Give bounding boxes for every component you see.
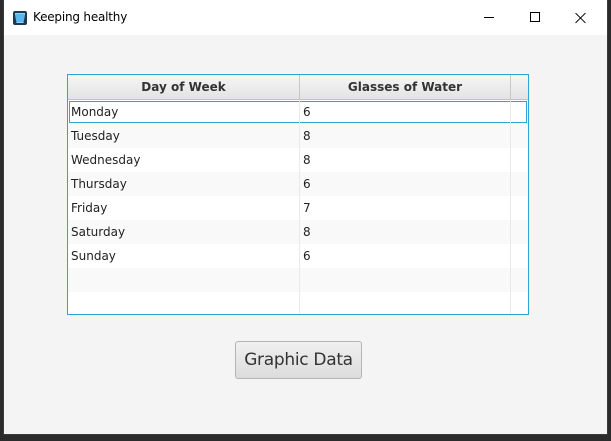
column-header-day[interactable]: Day of Week — [68, 75, 300, 99]
minimize-icon — [484, 17, 494, 18]
empty-table-row[interactable] — [68, 292, 528, 314]
table-header: Day of Week Glasses of Water — [68, 75, 528, 100]
glasses-cell[interactable]: 6 — [300, 244, 511, 268]
glasses-cell[interactable]: 8 — [300, 148, 511, 172]
day-cell[interactable]: Saturday — [68, 220, 300, 244]
graphic-data-button[interactable]: Graphic Data — [235, 341, 362, 379]
glasses-cell[interactable]: 7 — [300, 196, 511, 220]
glasses-cell[interactable]: 6 — [300, 100, 511, 124]
minimize-button[interactable] — [465, 0, 511, 35]
table-row[interactable]: Monday 6 — [68, 100, 528, 124]
day-cell[interactable]: Monday — [68, 100, 300, 124]
maximize-icon — [530, 12, 540, 22]
column-header-filler — [511, 75, 528, 99]
glasses-cell[interactable]: 8 — [300, 124, 511, 148]
maximize-button[interactable] — [511, 0, 557, 35]
table-row[interactable]: Thursday 6 — [68, 172, 528, 196]
table-row[interactable]: Tuesday 8 — [68, 124, 528, 148]
empty-table-row[interactable] — [68, 268, 528, 292]
table-row[interactable]: Wednesday 8 — [68, 148, 528, 172]
window-title: Keeping healthy — [33, 10, 128, 24]
table-row[interactable]: Sunday 6 — [68, 244, 528, 268]
day-cell[interactable]: Tuesday — [68, 124, 300, 148]
day-cell[interactable]: Wednesday — [68, 148, 300, 172]
glasses-cell[interactable]: 8 — [300, 220, 511, 244]
table-row[interactable]: Friday 7 — [68, 196, 528, 220]
column-header-glasses[interactable]: Glasses of Water — [300, 75, 511, 99]
title-bar[interactable]: Keeping healthy — [4, 0, 607, 35]
app-window: Keeping healthy Day of Week Glasses of W… — [4, 0, 607, 434]
close-icon — [575, 12, 587, 24]
water-table[interactable]: Day of Week Glasses of Water Monday 6 Tu… — [67, 74, 529, 315]
table-row[interactable]: Saturday 8 — [68, 220, 528, 244]
day-cell[interactable]: Thursday — [68, 172, 300, 196]
day-cell[interactable]: Friday — [68, 196, 300, 220]
close-button[interactable] — [557, 0, 603, 35]
day-cell[interactable]: Sunday — [68, 244, 300, 268]
water-glass-icon — [13, 11, 27, 25]
glasses-cell[interactable]: 6 — [300, 172, 511, 196]
